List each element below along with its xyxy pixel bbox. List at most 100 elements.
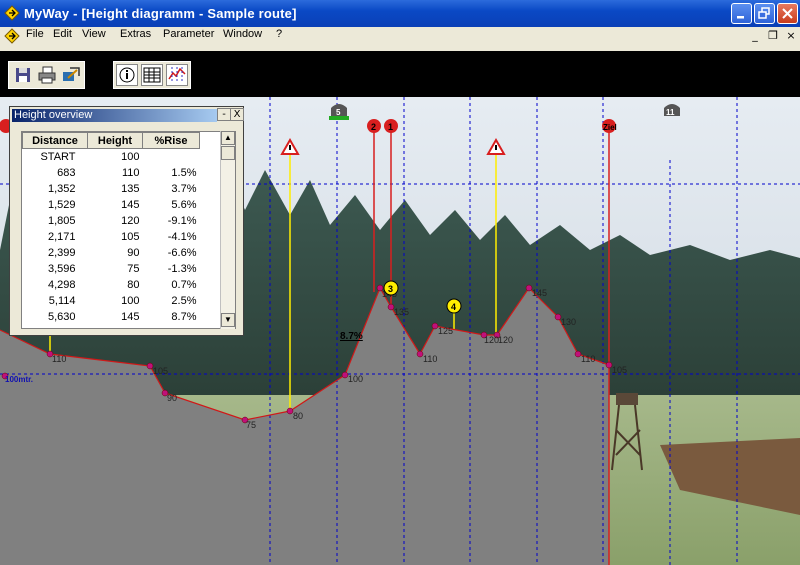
svg-text:3: 3 — [388, 284, 393, 294]
rise-cell: -9.1% — [167, 215, 197, 227]
save-icon — [16, 68, 30, 82]
height-cell: 105 — [121, 231, 140, 243]
height-table-grid: Distance Height %Rise START 100 683 110 1.5%… — [22, 132, 200, 328]
table-row[interactable]: 2,171 105 -4.1% — [23, 229, 200, 245]
distance-cell: 1,529 — [47, 199, 76, 211]
point-label: 120 — [498, 335, 513, 345]
panel-minimize-button[interactable]: - — [217, 108, 231, 121]
mdi-restore-button[interactable]: ❐ — [766, 29, 780, 42]
rise-cell: 3.7% — [171, 183, 197, 195]
svg-text:1: 1 — [388, 122, 393, 132]
distance-cell: 1,805 — [47, 215, 76, 227]
rise-cell: 0.7% — [171, 279, 197, 291]
distance-cell: 2,399 — [47, 247, 76, 259]
menu-help[interactable]: ? — [273, 28, 285, 40]
table-icon — [143, 67, 161, 83]
export-icon — [63, 67, 80, 81]
rise-cell: -1.3% — [167, 263, 197, 275]
menu-edit[interactable]: Edit — [50, 28, 75, 40]
app-icon — [4, 5, 20, 21]
waypoint-marker-yellow[interactable]: 3 — [383, 280, 399, 296]
table-row[interactable]: 683 110 1.5% — [23, 165, 200, 181]
panel-close-button[interactable]: X — [230, 108, 244, 121]
minimize-button[interactable] — [731, 3, 752, 24]
menu-window[interactable]: Window — [220, 28, 265, 40]
scroll-up-icon[interactable]: ▲ — [221, 131, 235, 145]
rise-cell: 1.5% — [171, 167, 197, 179]
point-label: 135 — [394, 307, 409, 317]
distance-cell: 5,887 — [23, 325, 88, 328]
table-row[interactable]: 1,529 145 5.6% — [23, 197, 200, 213]
table-row[interactable]: 1,805 120 -9.1% — [23, 213, 200, 229]
waypoint-marker-red[interactable]: 2 — [367, 119, 381, 133]
table-row[interactable]: 3,596 75 -1.3% — [23, 261, 200, 277]
distance-cell: 3,596 — [47, 263, 76, 275]
menu-view[interactable]: View — [79, 28, 109, 40]
height-cell: 135 — [88, 325, 143, 328]
mdi-close-button[interactable]: × — [784, 29, 798, 42]
column-header-rise[interactable]: %Rise — [142, 132, 200, 149]
column-header-distance[interactable]: Distance — [22, 132, 88, 149]
window-title: MyWay - [Height diagramm - Sample route] — [24, 6, 297, 21]
point-label: 110 — [423, 354, 437, 364]
rise-cell: -6.6% — [167, 247, 197, 259]
print-button[interactable] — [36, 64, 58, 86]
panel-title[interactable]: Height overview — [12, 109, 217, 122]
info-icon — [119, 67, 135, 83]
info-button[interactable] — [116, 64, 138, 86]
distance-cell: 5,114 — [48, 295, 76, 307]
file-toolbar — [8, 61, 85, 89]
point-label: 105 — [612, 365, 627, 375]
title-bar: MyWay - [Height diagramm - Sample route] — [0, 0, 800, 27]
point-label: 75 — [246, 420, 256, 430]
waypoint-marker-red[interactable]: 1 — [384, 119, 398, 133]
height-overview-panel: Height overview - X Distance Height %Ris… — [9, 106, 244, 336]
rise-cell: -3.9% — [143, 325, 200, 328]
height-table-body: START 100 683 110 1.5% 1,352 135 3.7% 1,529 145 5.… — [23, 149, 200, 328]
point-label: 105 — [153, 366, 168, 376]
view-toolbar — [113, 61, 191, 89]
height-table: Distance Height %Rise START 100 683 110 1.5%… — [21, 131, 236, 329]
svg-text:5: 5 — [336, 108, 341, 117]
table-button[interactable] — [141, 64, 163, 86]
table-scrollbar[interactable]: ▲ ▼ — [220, 131, 235, 329]
table-row[interactable]: START 100 — [23, 149, 200, 166]
save-button[interactable] — [12, 64, 34, 86]
height-cell: 135 — [121, 183, 140, 195]
mdi-minimize-button[interactable]: _ — [748, 29, 762, 42]
table-row[interactable]: 5,887135-3.9% — [23, 325, 200, 328]
table-row[interactable]: 5,630 145 8.7% — [23, 309, 200, 325]
height-cell: 145 — [121, 311, 140, 323]
distance-cell: 2,171 — [47, 231, 76, 243]
scroll-thumb[interactable] — [221, 146, 235, 160]
menu-extras[interactable]: Extras — [117, 28, 154, 40]
table-row[interactable]: 4,298 80 0.7% — [23, 277, 200, 293]
distance-cell: START — [40, 151, 76, 163]
menu-bar: File Edit View Extras Parameter Window ?… — [0, 27, 800, 46]
table-row[interactable]: 2,399 90 -6.6% — [23, 245, 200, 261]
waypoint-marker-yellow[interactable]: 4 — [446, 298, 462, 314]
rise-cell — [143, 149, 200, 166]
point-label: 120 — [484, 335, 499, 345]
print-icon — [38, 66, 56, 84]
export-button[interactable] — [60, 64, 82, 86]
scroll-down-icon[interactable]: ▼ — [221, 313, 235, 327]
svg-text:Ziel: Ziel — [603, 123, 617, 132]
menu-parameter[interactable]: Parameter — [160, 28, 217, 40]
point-label: 125 — [438, 326, 453, 336]
height-cell: 90 — [127, 247, 140, 259]
table-row[interactable]: 5,114 100 2.5% — [23, 293, 200, 309]
diagram-button[interactable] — [166, 64, 188, 86]
column-header-height[interactable]: Height — [87, 132, 143, 149]
close-icon — [782, 8, 793, 19]
point-label: 110 — [581, 354, 595, 364]
rise-cell: 8.7% — [171, 311, 197, 323]
table-row[interactable]: 1,352 135 3.7% — [23, 181, 200, 197]
distance-cell: 683 — [57, 167, 76, 179]
height-cell: 80 — [127, 279, 140, 291]
menu-file[interactable]: File — [23, 28, 47, 40]
height-cell: 75 — [127, 263, 140, 275]
maximize-button[interactable] — [754, 3, 775, 24]
point-label: 80 — [293, 411, 303, 421]
close-button[interactable] — [777, 3, 798, 24]
